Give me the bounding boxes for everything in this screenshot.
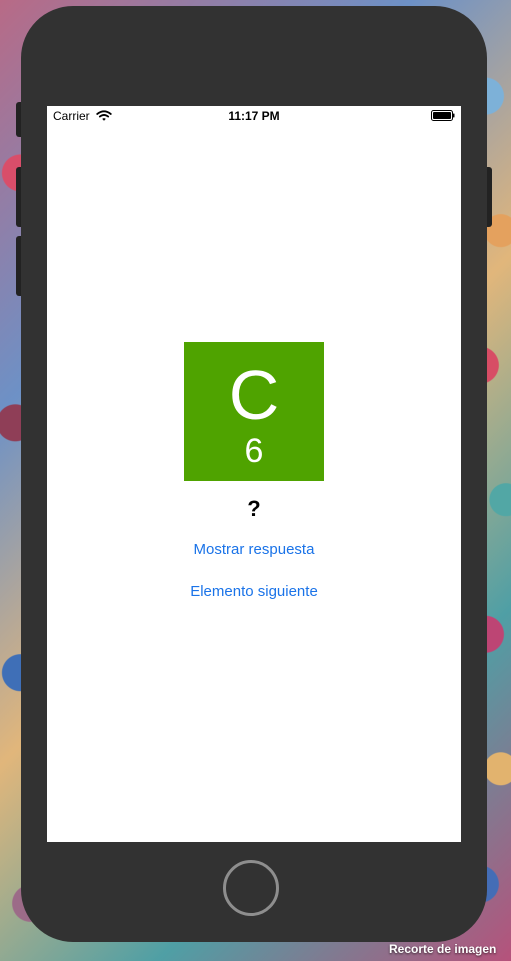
image-crop-caption: Recorte de imagen: [389, 942, 497, 956]
home-button[interactable]: [223, 860, 279, 916]
next-element-button[interactable]: Elemento siguiente: [47, 582, 461, 602]
status-time: 11:17 PM: [228, 109, 280, 123]
app-screen: Carrier 11:17 PM C 6 ? Mostrar respuesta…: [47, 106, 461, 842]
answer-placeholder: ?: [247, 496, 261, 521]
element-symbol: C: [228, 356, 280, 434]
volume-down-button: [16, 236, 21, 296]
show-answer-button[interactable]: Mostrar respuesta: [47, 540, 461, 560]
status-bar: Carrier 11:17 PM: [47, 106, 461, 126]
volume-up-button: [16, 167, 21, 227]
battery-icon: [431, 110, 455, 121]
atomic-number: 6: [244, 432, 264, 470]
element-card: C 6: [184, 342, 324, 481]
mute-button: [16, 102, 21, 137]
power-button: [487, 167, 492, 227]
